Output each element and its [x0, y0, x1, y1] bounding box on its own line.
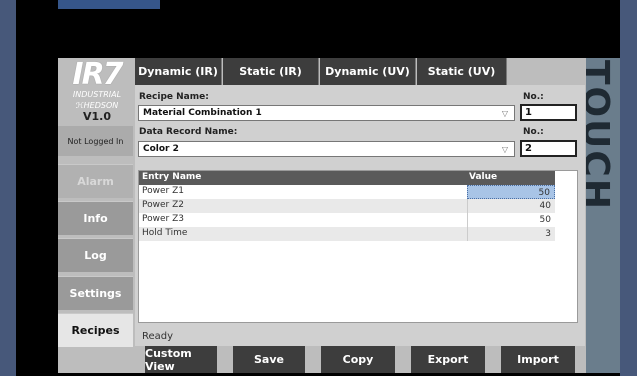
data-record-no-label: No.: [523, 127, 544, 137]
sidebar: IR7 INDUSTRIAL ℋHEDSON V1.0 Not Logged I… [58, 58, 133, 373]
entry-value-cell[interactable]: 50 [467, 185, 555, 199]
table-row[interactable]: Hold Time 3 [139, 227, 555, 241]
logo-ir7: IR7 [72, 57, 123, 92]
sidebar-item-log[interactable]: Log [58, 238, 133, 272]
right-frame-bar [620, 0, 637, 376]
entry-name-cell: Hold Time [142, 228, 188, 238]
export-button[interactable]: Export [411, 346, 485, 373]
column-header-entry-name: Entry Name [142, 172, 202, 182]
recipe-entries-table[interactable]: Entry Name Value Power Z1 50 Power Z2 40… [138, 170, 578, 323]
top-accent-bar [58, 0, 160, 9]
status-text: Ready [142, 331, 174, 342]
bottom-toolbar: Custom View Save Copy Export Import [135, 346, 585, 373]
recipe-name-label: Recipe Name: [139, 92, 209, 102]
touch-label-strip: TOUCH [586, 58, 620, 373]
tab-bar: Dynamic (IR) Static (IR) Dynamic (UV) St… [135, 58, 585, 85]
tab-static-uv[interactable]: Static (UV) [417, 58, 507, 85]
data-record-value: Color 2 [143, 144, 179, 154]
copy-button[interactable]: Copy [321, 346, 395, 373]
left-frame-bar [0, 0, 16, 376]
entry-name-cell: Power Z3 [142, 214, 184, 224]
data-record-no-field[interactable]: 2 [520, 140, 577, 157]
recipe-no-field[interactable]: 1 [520, 104, 577, 121]
brand-logo: IR7 INDUSTRIAL ℋHEDSON V1.0 [62, 58, 132, 126]
recipe-no-label: No.: [523, 92, 544, 102]
import-button[interactable]: Import [501, 346, 575, 373]
tab-static-ir[interactable]: Static (IR) [223, 58, 319, 85]
save-button[interactable]: Save [233, 346, 305, 373]
tab-dynamic-uv[interactable]: Dynamic (UV) [320, 58, 416, 85]
entry-value-cell[interactable]: 40 [467, 199, 555, 213]
entry-name-cell: Power Z1 [142, 186, 184, 196]
sidebar-item-recipes[interactable]: Recipes [58, 313, 133, 347]
sidebar-item-alarm[interactable]: Alarm [58, 164, 133, 198]
table-row[interactable]: Power Z3 50 [139, 213, 555, 227]
login-status: Not Logged In [58, 126, 133, 156]
entry-name-cell: Power Z2 [142, 200, 184, 210]
chevron-down-icon: ▽ [501, 145, 508, 154]
tab-dynamic-ir[interactable]: Dynamic (IR) [135, 58, 222, 85]
entry-value-cell[interactable]: 3 [467, 227, 555, 241]
recipe-name-dropdown[interactable]: Material Combination 1 ▽ [138, 105, 515, 121]
version-label: V1.0 [83, 110, 111, 123]
touch-label: TOUCH [586, 60, 616, 211]
hmi-frame: TOUCH IR7 INDUSTRIAL ℋHEDSON V1.0 Not Lo… [0, 0, 637, 376]
table-row[interactable]: Power Z1 50 [139, 185, 555, 199]
data-record-name-label: Data Record Name: [139, 127, 238, 137]
entry-value-cell[interactable]: 50 [467, 213, 555, 227]
table-header: Entry Name Value [139, 171, 555, 185]
custom-view-button[interactable]: Custom View [145, 346, 217, 373]
data-record-dropdown[interactable]: Color 2 ▽ [138, 141, 515, 157]
column-header-value: Value [469, 172, 498, 182]
sidebar-item-settings[interactable]: Settings [58, 276, 133, 310]
sidebar-item-info[interactable]: Info [58, 201, 133, 235]
table-row[interactable]: Power Z2 40 [139, 199, 555, 213]
chevron-down-icon: ▽ [501, 109, 508, 118]
recipe-name-value: Material Combination 1 [143, 108, 262, 118]
